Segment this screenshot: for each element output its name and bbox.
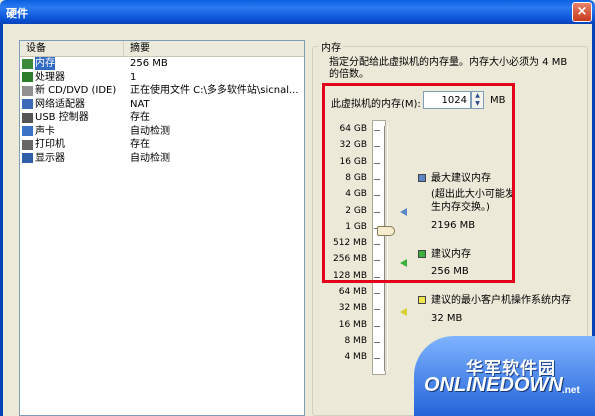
highlight-box xyxy=(322,83,515,283)
scale-label: 4 MB xyxy=(344,352,367,363)
device-name-cell: 新 CD/DVD (IDE) xyxy=(20,84,124,98)
device-name: 新 CD/DVD (IDE) xyxy=(35,85,117,97)
device-name: USB 控制器 xyxy=(35,112,89,124)
device-row[interactable]: 新 CD/DVD (IDE) 正在使用文件 C:\多多软件站\sicnal... xyxy=(20,84,304,98)
device-name: 网络适配器 xyxy=(35,98,85,110)
scale-tick xyxy=(374,309,380,311)
processor-icon xyxy=(22,72,33,83)
column-header-device[interactable]: 设备 xyxy=(20,41,124,56)
memory-description: 指定分配给此虚拟机的内存量。内存大小必须为 4 MB 的倍数。 xyxy=(329,57,568,80)
device-row[interactable]: 显示器 自动检测 xyxy=(20,152,304,166)
network-adapter-icon xyxy=(22,99,33,110)
column-header-summary[interactable]: 摘要 xyxy=(124,41,304,56)
device-name-cell: 内存 xyxy=(20,57,124,71)
guest-min-value: 32 MB xyxy=(431,313,463,324)
device-summary: 自动检测 xyxy=(130,152,170,164)
cd-dvd-icon xyxy=(22,85,33,96)
device-row[interactable]: 打印机 存在 xyxy=(20,138,304,152)
scale-tick xyxy=(374,293,380,294)
device-row[interactable]: USB 控制器 存在 xyxy=(20,111,304,125)
close-button[interactable]: × xyxy=(572,2,592,22)
device-summary: 正在使用文件 C:\多多软件站\sicnal... xyxy=(130,85,299,96)
usb-controller-icon xyxy=(22,112,33,123)
device-name-cell: 打印机 xyxy=(20,138,124,152)
window-title: 硬件 xyxy=(6,7,28,20)
device-name-cell: 声卡 xyxy=(20,125,124,139)
scale-label: 8 MB xyxy=(344,335,367,346)
device-name: 内存 xyxy=(35,57,55,71)
guest-min-title: 建议的最小客户机操作系统内存 xyxy=(431,295,571,306)
display-icon xyxy=(22,153,33,164)
scale-label: 32 MB xyxy=(338,303,367,314)
device-name-cell: USB 控制器 xyxy=(20,111,124,125)
scale-tick xyxy=(374,325,380,327)
device-row[interactable]: 网络适配器 NAT xyxy=(20,98,304,112)
scale-label: 64 MB xyxy=(338,287,367,297)
device-row[interactable]: 处理器 1 xyxy=(20,71,304,85)
device-summary: 自动检测 xyxy=(130,125,170,137)
watermark-en: ONLINEDOWN xyxy=(424,374,563,396)
watermark-suffix: .net xyxy=(562,385,580,396)
device-name: 处理器 xyxy=(35,71,65,83)
device-list[interactable]: 设备 摘要 内存 256 MB 处理器 1 新 CD/DVD (IDE) 正在使用文件 C… xyxy=(19,40,305,416)
device-row[interactable]: 声卡 自动检测 xyxy=(20,125,304,139)
device-summary: 1 xyxy=(130,71,137,83)
device-summary: NAT xyxy=(130,98,150,110)
guest-min-marker-icon xyxy=(400,308,407,316)
title-bar: 硬件 × xyxy=(0,0,595,24)
device-row[interactable]: 内存 256 MB xyxy=(20,57,304,71)
device-name-cell: 网络适配器 xyxy=(20,98,124,112)
device-name: 声卡 xyxy=(35,125,55,137)
device-summary: 256 MB xyxy=(130,58,168,69)
scale-tick xyxy=(374,341,380,343)
scale-label: 16 MB xyxy=(338,319,367,330)
device-summary: 存在 xyxy=(130,112,150,123)
device-name: 显示器 xyxy=(35,152,65,164)
device-name: 打印机 xyxy=(35,139,65,151)
device-list-header: 设备 摘要 xyxy=(20,41,304,57)
device-name-cell: 显示器 xyxy=(20,152,124,166)
device-summary: 存在 xyxy=(130,139,150,150)
printer-icon xyxy=(22,139,33,150)
guest-min-swatch-icon xyxy=(418,296,426,304)
memory-group-title: 内存 xyxy=(319,39,343,54)
memory-icon xyxy=(22,58,33,69)
sound-card-icon xyxy=(22,126,33,137)
device-name-cell: 处理器 xyxy=(20,71,124,85)
scale-tick xyxy=(374,358,380,360)
